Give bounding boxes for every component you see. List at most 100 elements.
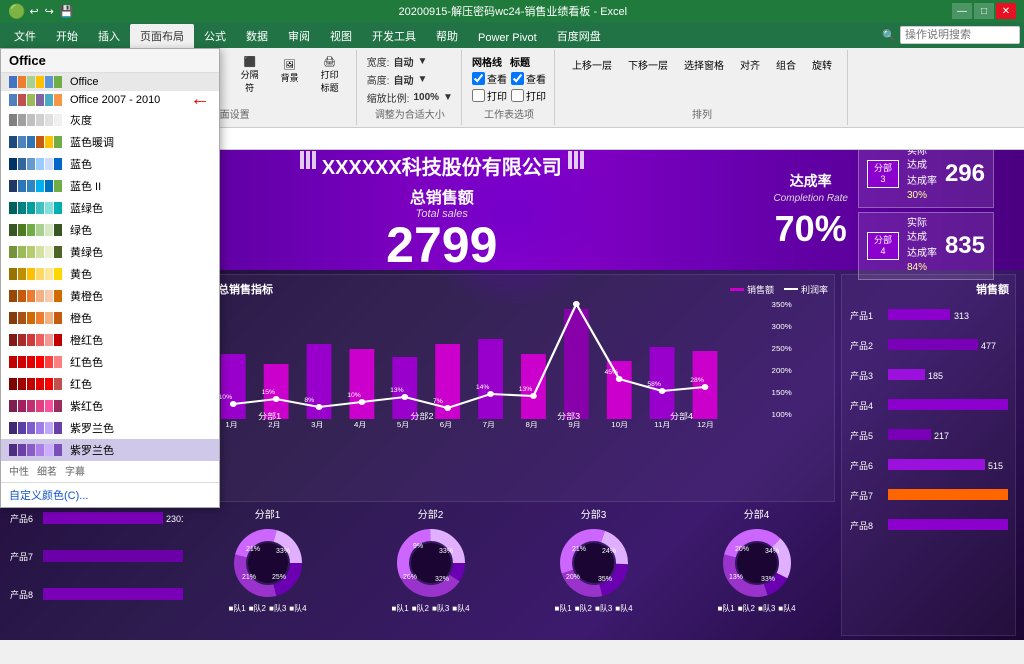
svg-text:10%: 10% [219,394,233,401]
dropdown-item-orange[interactable]: 橙色 [1,307,219,329]
thin-label: 细茗 [37,463,57,478]
dropdown-item-purple-red[interactable]: 紫红色 [1,395,219,417]
svg-text:23013: 23013 [166,514,183,524]
svg-text:477: 477 [981,341,996,351]
window-controls[interactable]: — □ ✕ [952,3,1016,19]
headings-print-checkbox[interactable] [511,89,524,102]
svg-text:7%: 7% [433,398,443,405]
tab-review[interactable]: 审阅 [278,24,320,48]
completion-rate-label: 达成率 [773,171,847,191]
tab-home[interactable]: 开始 [46,24,88,48]
svg-text:58%: 58% [647,381,661,388]
svg-text:4月: 4月 [354,420,366,428]
svg-text:34%: 34% [765,548,779,555]
dropdown-item-red[interactable]: 红色 [1,373,219,395]
theme-colors-dropdown: Office Office Office 2007 - 2010 [0,48,220,508]
title-bar: 🟢 ↩↪💾 20200915-解压密码wc24-销售业绩看板 - Excel —… [0,0,1024,22]
dropdown-item-office2007[interactable]: Office 2007 - 2010 [1,91,219,109]
selection-pane-button[interactable]: 选择窗格 [677,54,731,75]
svg-text:13%: 13% [519,386,533,393]
swatch-blue [9,158,62,170]
close-button[interactable]: ✕ [996,3,1016,19]
maximize-button[interactable]: □ [974,3,994,19]
item-label-teal: 蓝绿色 [70,200,103,216]
tab-help[interactable]: 帮助 [426,24,468,48]
tab-insert[interactable]: 插入 [88,24,130,48]
svg-text:分部2: 分部2 [410,411,433,420]
item-label-orange-red: 橙红色 [70,332,103,348]
print-titles-button[interactable]: 🖨打印标题 [312,54,348,90]
svg-text:24%: 24% [602,548,616,555]
dropdown-item-teal[interactable]: 蓝绿色 [1,197,219,219]
tab-data[interactable]: 数据 [236,24,278,48]
svg-text:产品8: 产品8 [10,589,33,600]
minimize-button[interactable]: — [952,3,972,19]
ribbon-section-arrange: 上移一层 下移一层 选择窗格 对齐 组合 旋转 排列 [557,50,848,125]
item-label-office2007: Office 2007 - 2010 [70,94,160,106]
tab-dev[interactable]: 开发工具 [362,24,426,48]
tab-baidu[interactable]: 百度网盘 [547,24,611,48]
svg-text:45%: 45% [605,369,619,376]
tab-formula[interactable]: 公式 [194,24,236,48]
dropdown-item-blue[interactable]: 蓝色 [1,153,219,175]
svg-text:产品7: 产品7 [10,551,33,562]
break-button[interactable]: ⬛分隔符 [232,54,268,90]
swatch-red [9,378,62,390]
group-button[interactable]: 组合 [769,54,803,75]
custom-color-button[interactable]: 自定义颜色(C)... [1,482,219,507]
section-label-arrange: 排列 [692,106,712,121]
svg-text:10月: 10月 [611,420,628,428]
dropdown-item-violet1[interactable]: 紫罗兰色 [1,417,219,439]
svg-text:14%: 14% [476,384,490,391]
dropdown-item-gray[interactable]: 灰度 [1,109,219,131]
tab-power-pivot[interactable]: Power Pivot [468,28,547,48]
svg-text:8%: 8% [304,397,314,404]
svg-text:产品7: 产品7 [850,490,873,501]
tab-page-layout[interactable]: 页面布局 [130,24,194,48]
item-label-violet1: 紫罗兰色 [70,420,114,436]
dropdown-item-yellow-orange[interactable]: 黄橙色 [1,285,219,307]
dropdown-item-violet2[interactable]: 紫罗兰色 [1,439,219,461]
dropdown-item-yellow-green[interactable]: 黄绿色 [1,241,219,263]
donut-section-2: 分部2 9% 33% 32% 26% [352,506,509,636]
tab-view[interactable]: 视图 [320,24,362,48]
svg-text:9月: 9月 [568,420,580,428]
right-chart-svg: 产品1 313 产品2 477 产品3 185 产品4 [848,301,1008,551]
svg-text:7月: 7月 [483,420,495,428]
completion-rate-value: 70% [773,208,847,250]
swatch-blue2 [9,180,62,192]
item-label-red: 红色 [70,376,92,392]
item-label-red2: 红色色 [70,354,103,370]
ribbon-content: 颜色 ▼ 字体 ▼ 效果 ▼ 主题 📄页边距 🔄纸张方向 📃纸张大小 ⬛分隔符 … [0,48,1024,128]
side-card-4-info: 实际 达成 达成率 84% [907,217,937,275]
rotate-button[interactable]: 旋转 [805,54,839,75]
dropdown-item-yellow[interactable]: 黄色 [1,263,219,285]
align-button[interactable]: 对齐 [733,54,767,75]
svg-text:217: 217 [934,431,949,441]
gridlines-print-checkbox[interactable] [472,89,485,102]
svg-text:13%: 13% [390,387,404,394]
gridlines-view-checkbox[interactable] [472,72,485,85]
swatch-yellow-green [9,246,62,258]
item-label-bluewarm: 蓝色暖调 [70,134,114,150]
svg-text:产品8: 产品8 [850,520,873,531]
dropdown-item-bluewarm[interactable]: 蓝色暖调 [1,131,219,153]
svg-text:33%: 33% [761,576,775,583]
headings-view-checkbox[interactable] [511,72,524,85]
tab-file[interactable]: 文件 [4,24,46,48]
send-backward-button[interactable]: 下移一层 [621,54,675,75]
dropdown-item-blue2[interactable]: 蓝色 II [1,175,219,197]
search-input[interactable] [900,26,1020,44]
dropdown-item-green[interactable]: 绿色 [1,219,219,241]
bring-forward-button[interactable]: 上移一层 [565,54,619,75]
background-button[interactable]: 🖼背景 [272,54,308,90]
svg-text:33%: 33% [439,548,453,555]
dropdown-item-orange-red[interactable]: 橙红色 [1,329,219,351]
dropdown-item-office[interactable]: Office [1,73,219,91]
swatch-green [9,224,62,236]
svg-text:产品5: 产品5 [850,430,873,441]
swatch-yellow [9,268,62,280]
svg-text:产品1: 产品1 [850,310,873,321]
dropdown-item-red2[interactable]: 红色色 [1,351,219,373]
side-card-3-badge: 分部3 [867,160,899,188]
